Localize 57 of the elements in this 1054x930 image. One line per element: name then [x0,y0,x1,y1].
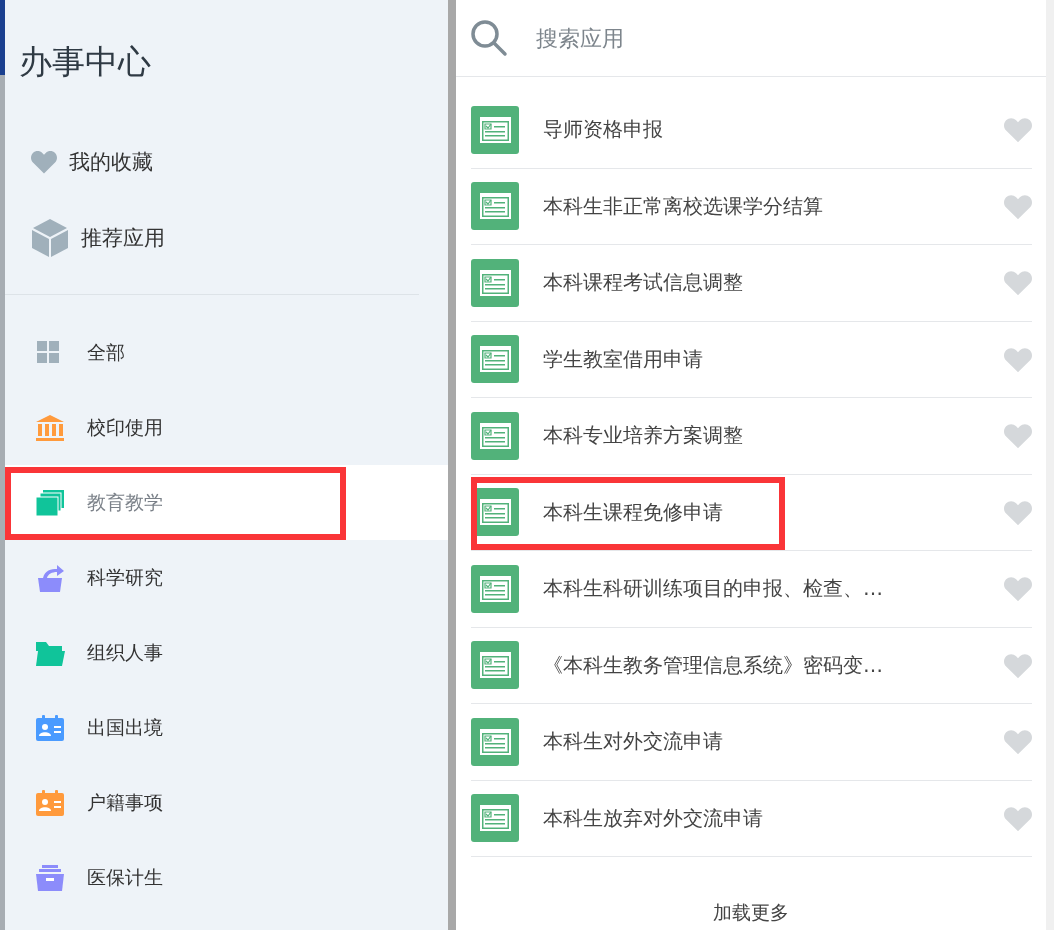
favorite-heart-icon[interactable] [1004,499,1032,525]
category-item[interactable]: 医保计生 [5,840,448,915]
app-name: 《本科生教务管理信息系统》密码变… [543,651,884,679]
category-item[interactable]: 校印使用 [5,390,448,465]
app-list-item[interactable]: 本科生对外交流申请 [471,704,1032,781]
cube-icon [31,218,69,258]
app-name: 本科生对外交流申请 [543,728,724,756]
app-list-item[interactable]: 本科课程考试信息调整 [471,245,1032,322]
form-icon [471,641,519,690]
app-list-item[interactable]: 本科生非正常离校选课学分结算 [471,168,1032,245]
panel-title: 办事中心 [18,41,152,83]
scrollbar[interactable] [448,0,456,930]
app-list-item[interactable]: 学生教室借用申请 [471,321,1032,398]
favorite-heart-icon[interactable] [1004,117,1032,143]
category-item[interactable]: 户籍事项 [5,765,448,840]
favorite-heart-icon[interactable] [1004,729,1032,755]
app-list-item[interactable]: 导师资格申报 [471,92,1032,169]
app-name: 本科课程考试信息调整 [543,269,744,297]
favorite-heart-icon[interactable] [1004,346,1032,372]
category-item[interactable]: 出国出境 [5,690,448,765]
category-item[interactable]: 教育教学 [5,465,448,540]
form-icon [471,258,519,307]
favorite-heart-icon[interactable] [1004,193,1032,219]
favorite-heart-icon[interactable] [1004,652,1032,678]
app-list-item[interactable]: 本科专业培养方案调整 [471,398,1032,475]
load-more-link[interactable]: 加载更多 [713,900,789,926]
sidebar-shortcut[interactable]: 我的收藏 [5,124,448,200]
form-icon [471,335,519,384]
category-item[interactable]: 科学研究 [5,540,448,615]
favorite-heart-icon[interactable] [1004,423,1032,449]
app-name: 本科生非正常离校选课学分结算 [543,192,824,220]
form-icon [471,564,519,613]
form-icon [471,411,519,460]
form-icon [471,105,519,154]
form-icon [471,182,519,231]
app-list-item[interactable]: 《本科生教务管理信息系统》密码变… [471,627,1032,704]
app-name: 本科专业培养方案调整 [543,422,744,450]
app-list-item[interactable]: 本科生课程免修申请 [471,474,1032,551]
app-name: 本科生放弃对外交流申请 [543,804,764,832]
search-icon [470,19,508,57]
scrollbar-track[interactable] [1046,0,1054,930]
favorite-heart-icon[interactable] [1004,270,1032,296]
app-list-item[interactable]: 本科生科研训练项目的申报、检查、… [471,551,1032,628]
search-field[interactable]: 搜索应用 [534,24,938,52]
category-item[interactable]: 全部 [5,315,448,390]
favorite-heart-icon[interactable] [1004,576,1032,602]
form-icon [471,717,519,766]
favorite-heart-icon[interactable] [1004,805,1032,831]
app-name: 导师资格申报 [543,116,664,144]
sidebar-shortcut[interactable]: 推荐应用 [5,200,448,276]
app-name: 学生教室借用申请 [543,345,704,373]
category-item[interactable]: 组织人事 [5,615,448,690]
form-icon [471,794,519,843]
app-list-item[interactable]: 本科生放弃对外交流申请 [471,780,1032,857]
app-name: 本科生科研训练项目的申报、检查、… [543,575,884,603]
heart-icon [31,150,57,174]
app-name: 本科生课程免修申请 [543,498,724,526]
